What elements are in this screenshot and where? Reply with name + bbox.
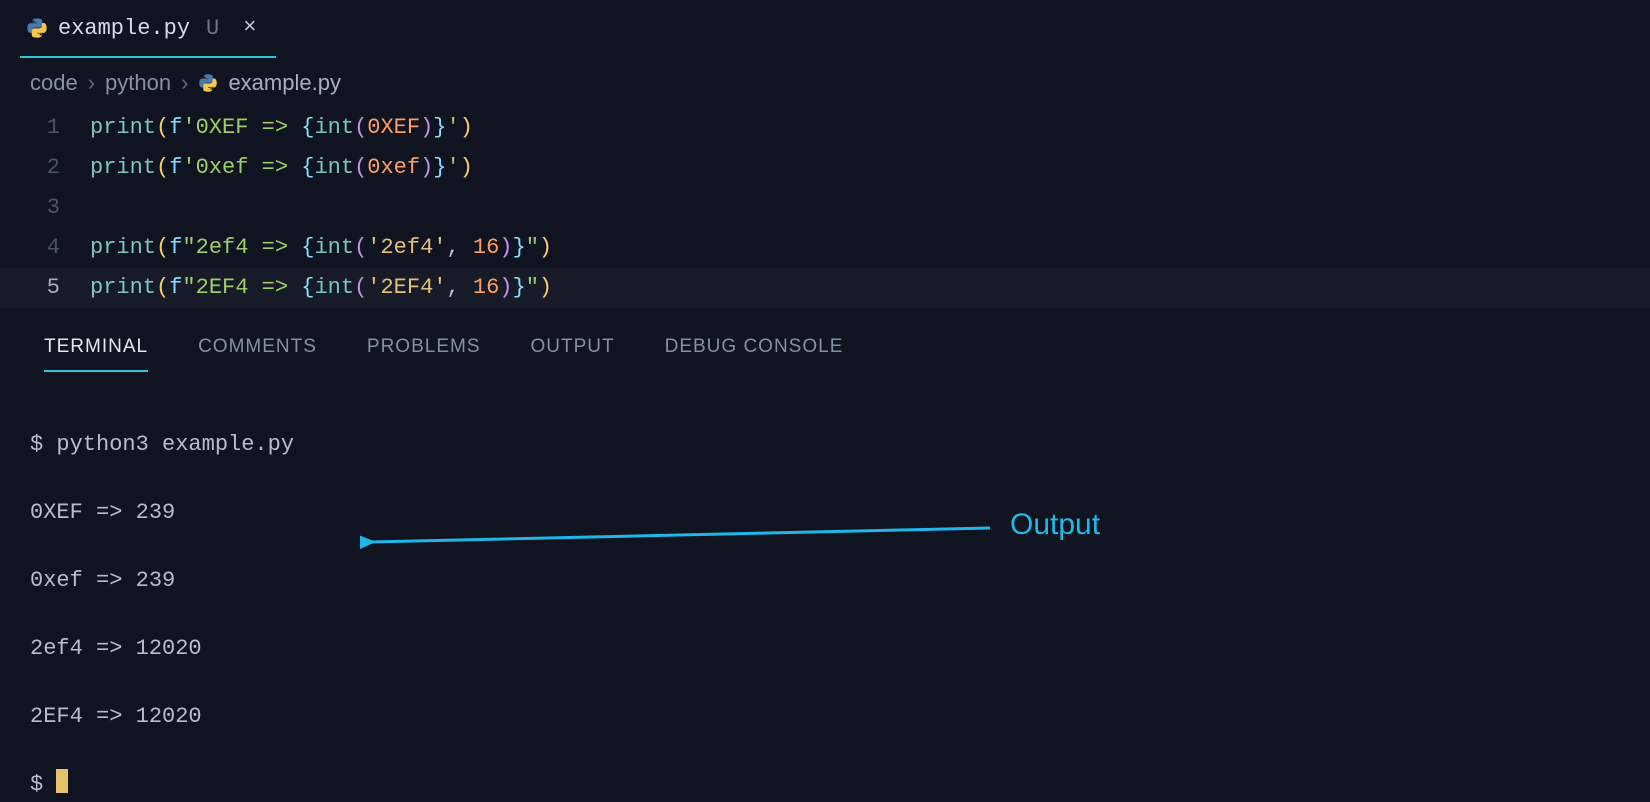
chevron-right-icon: › [181,70,188,96]
code-line[interactable]: 3 [0,188,1650,228]
python-icon [198,73,218,93]
crumb-file[interactable]: example.py [228,70,341,96]
editor-tab-example[interactable]: example.py U × [20,0,276,58]
line-number: 3 [0,188,90,228]
cursor-icon [56,769,68,793]
tab-output[interactable]: OUTPUT [531,336,615,372]
tab-comments[interactable]: COMMENTS [198,336,317,372]
code-line[interactable]: 5 print(f"2EF4 => {int('2EF4', 16)}") [0,268,1650,308]
code-content[interactable]: print(f"2EF4 => {int('2EF4', 16)}") [90,268,552,308]
terminal-line: 2EF4 => 12020 [30,700,1650,734]
tab-git-status: U [206,16,219,41]
terminal-line: 0xef => 239 [30,564,1650,598]
code-content[interactable]: print(f'0xef => {int(0xef)}') [90,148,473,188]
line-number: 5 [0,268,90,308]
panel-tabs: TERMINAL COMMENTS PROBLEMS OUTPUT DEBUG … [0,308,1650,372]
crumb-python[interactable]: python [105,70,171,96]
code-line[interactable]: 4 print(f"2ef4 => {int('2ef4', 16)}") [0,228,1650,268]
breadcrumb[interactable]: code › python › example.py [0,58,1650,106]
tab-debug-console[interactable]: DEBUG CONSOLE [665,336,844,372]
chevron-right-icon: › [88,70,95,96]
line-number: 4 [0,228,90,268]
tab-terminal[interactable]: TERMINAL [44,336,148,372]
code-line[interactable]: 1 print(f'0XEF => {int(0XEF)}') [0,108,1650,148]
code-editor[interactable]: 1 print(f'0XEF => {int(0XEF)}') 2 print(… [0,106,1650,308]
close-icon[interactable]: × [243,17,256,39]
terminal-prompt: $ [30,772,56,797]
terminal-line: 0XEF => 239 [30,496,1650,530]
terminal-line: 2ef4 => 12020 [30,632,1650,666]
code-line[interactable]: 2 print(f'0xef => {int(0xef)}') [0,148,1650,188]
annotation-label: Output [1010,508,1100,542]
tab-problems[interactable]: PROBLEMS [367,336,481,372]
code-content[interactable]: print(f'0XEF => {int(0XEF)}') [90,108,473,148]
line-number: 2 [0,148,90,188]
crumb-code[interactable]: code [30,70,78,96]
python-icon [26,17,48,39]
terminal[interactable]: $ python3 example.py 0XEF => 239 0xef =>… [0,372,1650,802]
line-number: 1 [0,108,90,148]
code-content[interactable]: print(f"2ef4 => {int('2ef4', 16)}") [90,228,552,268]
tab-filename: example.py [58,16,190,41]
terminal-line: $ python3 example.py [30,428,1650,462]
tab-bar: example.py U × [0,0,1650,58]
